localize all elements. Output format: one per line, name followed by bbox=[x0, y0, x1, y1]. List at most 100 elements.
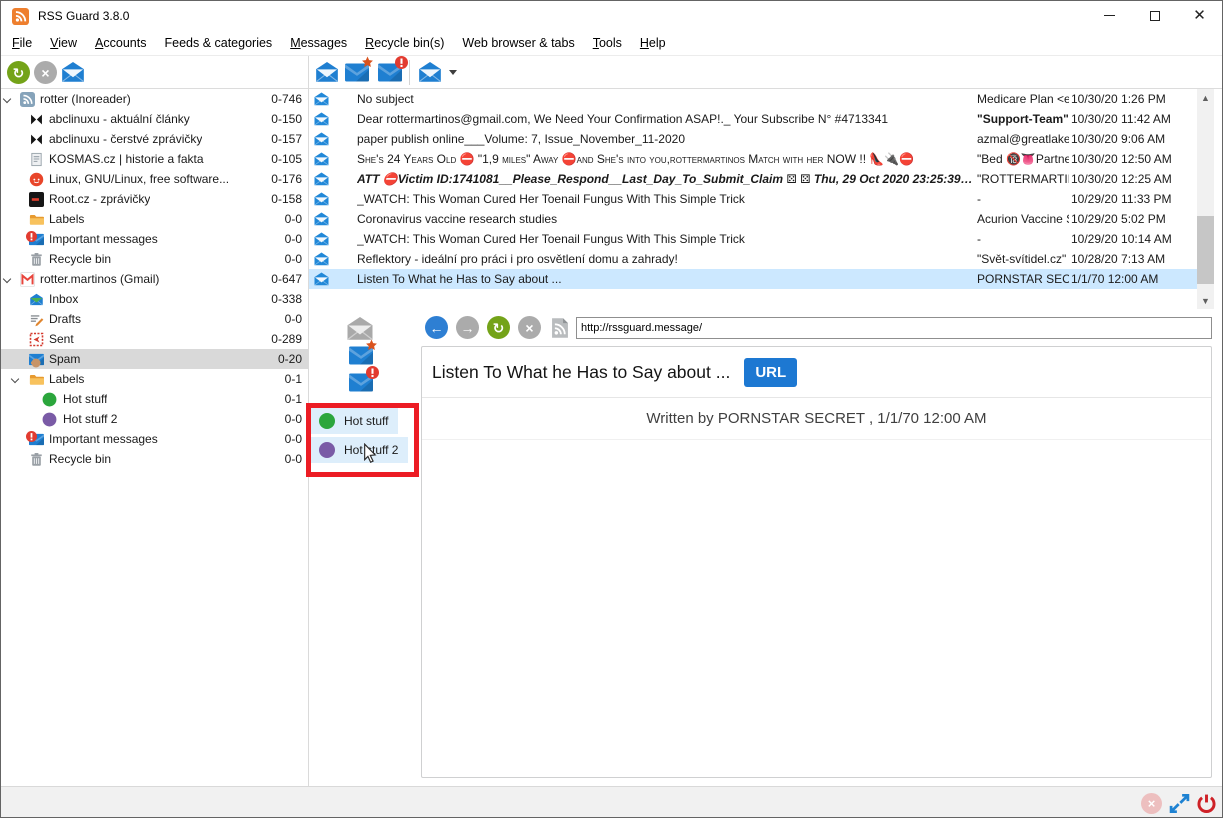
fullscreen-icon[interactable] bbox=[1169, 793, 1190, 814]
message-date: 10/29/20 10:14 AM bbox=[1071, 229, 1193, 249]
message-row[interactable]: Reflektory - ideální pro práci i pro osv… bbox=[309, 249, 1197, 269]
feed-label: Drafts bbox=[49, 309, 81, 329]
feed-label: Inbox bbox=[49, 289, 78, 309]
feed-label: Recycle bin bbox=[49, 449, 111, 469]
feed-item-sent[interactable]: Sent0-289 bbox=[1, 329, 308, 349]
message-subject: _WATCH: This Woman Cured Her Toenail Fun… bbox=[357, 189, 975, 209]
mark-read-dropdown-button[interactable] bbox=[417, 61, 443, 83]
menu-file[interactable]: File bbox=[3, 33, 41, 53]
menu-feeds-categories[interactable]: Feeds & categories bbox=[155, 33, 281, 53]
label-button-text: Hot stuff 2 bbox=[344, 443, 398, 457]
feed-item-important-messages[interactable]: Important messages0-0 bbox=[1, 429, 308, 449]
menu-help[interactable]: Help bbox=[631, 33, 675, 53]
feed-item-abclinuxu-aktu-ln-l-nky[interactable]: abclinuxu - aktuální články0-150 bbox=[1, 109, 308, 129]
message-title: Listen To What he Has to Say about ... bbox=[432, 362, 730, 383]
reload-button[interactable]: ↻ bbox=[487, 316, 510, 339]
message-date: 10/30/20 9:06 AM bbox=[1071, 129, 1193, 149]
gmail-icon bbox=[20, 272, 35, 287]
message-sender: Medicare Plan <e... bbox=[977, 89, 1069, 109]
stop-refresh-button[interactable]: × bbox=[34, 61, 57, 84]
chevron-expanded-icon[interactable] bbox=[3, 275, 11, 283]
rss-source-icon[interactable] bbox=[550, 317, 570, 342]
menu-messages[interactable]: Messages bbox=[281, 33, 356, 53]
feed-count: 0-647 bbox=[271, 269, 302, 289]
message-sender: PORNSTAR SECR... bbox=[977, 269, 1069, 289]
feed-item-spam[interactable]: Spam0-20 bbox=[1, 349, 308, 369]
mark-important-button[interactable] bbox=[349, 346, 373, 365]
feed-item-recycle-bin[interactable]: Recycle bin0-0 bbox=[1, 249, 308, 269]
menu-tools[interactable]: Tools bbox=[584, 33, 631, 53]
message-row[interactable]: Coronavirus vaccine research studiesAcur… bbox=[309, 209, 1197, 229]
message-list: No subjectMedicare Plan <e...10/30/20 1:… bbox=[309, 89, 1197, 309]
message-sender: azmal@greatlake... bbox=[977, 129, 1069, 149]
spam-icon bbox=[29, 352, 44, 367]
feed-item-hot-stuff-2[interactable]: Hot stuff 20-0 bbox=[1, 409, 308, 429]
feed-count: 0-150 bbox=[271, 109, 302, 129]
feed-item-kosmas-cz-historie-a-fakta[interactable]: KOSMAS.cz | historie a fakta0-105 bbox=[1, 149, 308, 169]
message-row[interactable]: She's 24 Years Old ⛔ "1,9 miles" Away ⛔a… bbox=[309, 149, 1197, 169]
feed-item-recycle-bin[interactable]: Recycle bin0-0 bbox=[1, 449, 308, 469]
message-sender: "Bed 🔞👅Partne... bbox=[977, 149, 1069, 169]
feed-item-rotter-inoreader[interactable]: rotter (Inoreader)0-746 bbox=[1, 89, 308, 109]
message-list-scrollbar[interactable]: ▲ ▼ bbox=[1197, 89, 1214, 309]
forward-button[interactable]: → bbox=[456, 316, 479, 339]
message-row[interactable]: _WATCH: This Woman Cured Her Toenail Fun… bbox=[309, 189, 1197, 209]
message-side-toolbar: Hot stuff Hot stuff 2 bbox=[309, 309, 420, 786]
message-row[interactable]: Dear rottermartinos@gmail.com, We Need Y… bbox=[309, 109, 1197, 129]
message-byline: Written by PORNSTAR SECRET , 1/1/70 12:0… bbox=[422, 398, 1211, 440]
menu-recycle-bin-s[interactable]: Recycle bin(s) bbox=[356, 33, 453, 53]
chevron-down-icon[interactable] bbox=[449, 70, 457, 75]
scroll-down-icon[interactable]: ▼ bbox=[1197, 292, 1214, 309]
message-row[interactable]: ATT ⛔Victim ID:1741081__Please_Respond__… bbox=[309, 169, 1197, 189]
unread-mail-icon bbox=[313, 152, 330, 166]
scrollbar-thumb[interactable] bbox=[1197, 216, 1214, 284]
folder-icon bbox=[29, 212, 44, 227]
close-button[interactable]: ✕ bbox=[1177, 1, 1222, 30]
feed-label: KOSMAS.cz | historie a fakta bbox=[49, 149, 204, 169]
feed-item-abclinuxu-erstv-zpr-vi-ky[interactable]: abclinuxu - čerstvé zprávičky0-157 bbox=[1, 129, 308, 149]
maximize-button[interactable] bbox=[1132, 1, 1177, 30]
power-icon[interactable] bbox=[1196, 793, 1217, 814]
message-subject: She's 24 Years Old ⛔ "1,9 miles" Away ⛔a… bbox=[357, 149, 975, 169]
feed-item-important-messages[interactable]: Important messages0-0 bbox=[1, 229, 308, 249]
feed-item-root-cz-zpr-vi-ky[interactable]: Root.cz - zprávičky0-158 bbox=[1, 189, 308, 209]
inbox-icon bbox=[29, 292, 44, 307]
label-button-hot-stuff-2[interactable]: Hot stuff 2 bbox=[311, 437, 408, 463]
stop-load-button[interactable]: × bbox=[518, 316, 541, 339]
feed-label: Labels bbox=[49, 369, 84, 389]
feed-item-labels[interactable]: Labels0-0 bbox=[1, 209, 308, 229]
feed-count: 0-746 bbox=[271, 89, 302, 109]
mark-message-important-button[interactable] bbox=[345, 63, 369, 82]
message-row[interactable]: _WATCH: This Woman Cured Her Toenail Fun… bbox=[309, 229, 1197, 249]
scroll-up-icon[interactable]: ▲ bbox=[1197, 89, 1214, 106]
url-input[interactable] bbox=[576, 317, 1212, 339]
mark-unread-button[interactable] bbox=[349, 373, 373, 392]
back-button[interactable]: ← bbox=[425, 316, 448, 339]
menu-view[interactable]: View bbox=[41, 33, 86, 53]
message-row[interactable]: paper publish online___Volume: 7, Issue_… bbox=[309, 129, 1197, 149]
mark-all-read-button[interactable] bbox=[60, 61, 86, 83]
minimize-button[interactable] bbox=[1087, 1, 1132, 30]
mark-message-unread-button[interactable] bbox=[378, 63, 402, 82]
chevron-expanded-icon[interactable] bbox=[3, 95, 11, 103]
label-button-hot-stuff[interactable]: Hot stuff bbox=[311, 408, 398, 434]
refresh-all-button[interactable]: ↻ bbox=[7, 61, 30, 84]
feed-item-drafts[interactable]: Drafts0-0 bbox=[1, 309, 308, 329]
chevron-expanded-icon[interactable] bbox=[11, 375, 19, 383]
mark-message-read-button[interactable] bbox=[314, 61, 340, 83]
feed-item-hot-stuff[interactable]: Hot stuff0-1 bbox=[1, 389, 308, 409]
statusbar: × bbox=[1, 786, 1222, 818]
mark-read-button[interactable] bbox=[345, 316, 375, 341]
label-button-text: Hot stuff bbox=[344, 414, 388, 428]
menu-web-browser-tabs[interactable]: Web browser & tabs bbox=[453, 33, 583, 53]
message-row[interactable]: No subjectMedicare Plan <e...10/30/20 1:… bbox=[309, 89, 1197, 109]
label-color-icon bbox=[319, 413, 335, 429]
feed-item-inbox[interactable]: Inbox0-338 bbox=[1, 289, 308, 309]
message-row[interactable]: Listen To What he Has to Say about ...PO… bbox=[309, 269, 1197, 289]
feed-item-rotter-martinos-gmail[interactable]: rotter.martinos (Gmail)0-647 bbox=[1, 269, 308, 289]
feed-item-linux-gnu-linux-free-software[interactable]: Linux, GNU/Linux, free software...0-176 bbox=[1, 169, 308, 189]
menu-accounts[interactable]: Accounts bbox=[86, 33, 155, 53]
message-subject: Dear rottermartinos@gmail.com, We Need Y… bbox=[357, 109, 975, 129]
feed-item-labels[interactable]: Labels0-1 bbox=[1, 369, 308, 389]
url-button[interactable]: URL bbox=[744, 358, 797, 387]
